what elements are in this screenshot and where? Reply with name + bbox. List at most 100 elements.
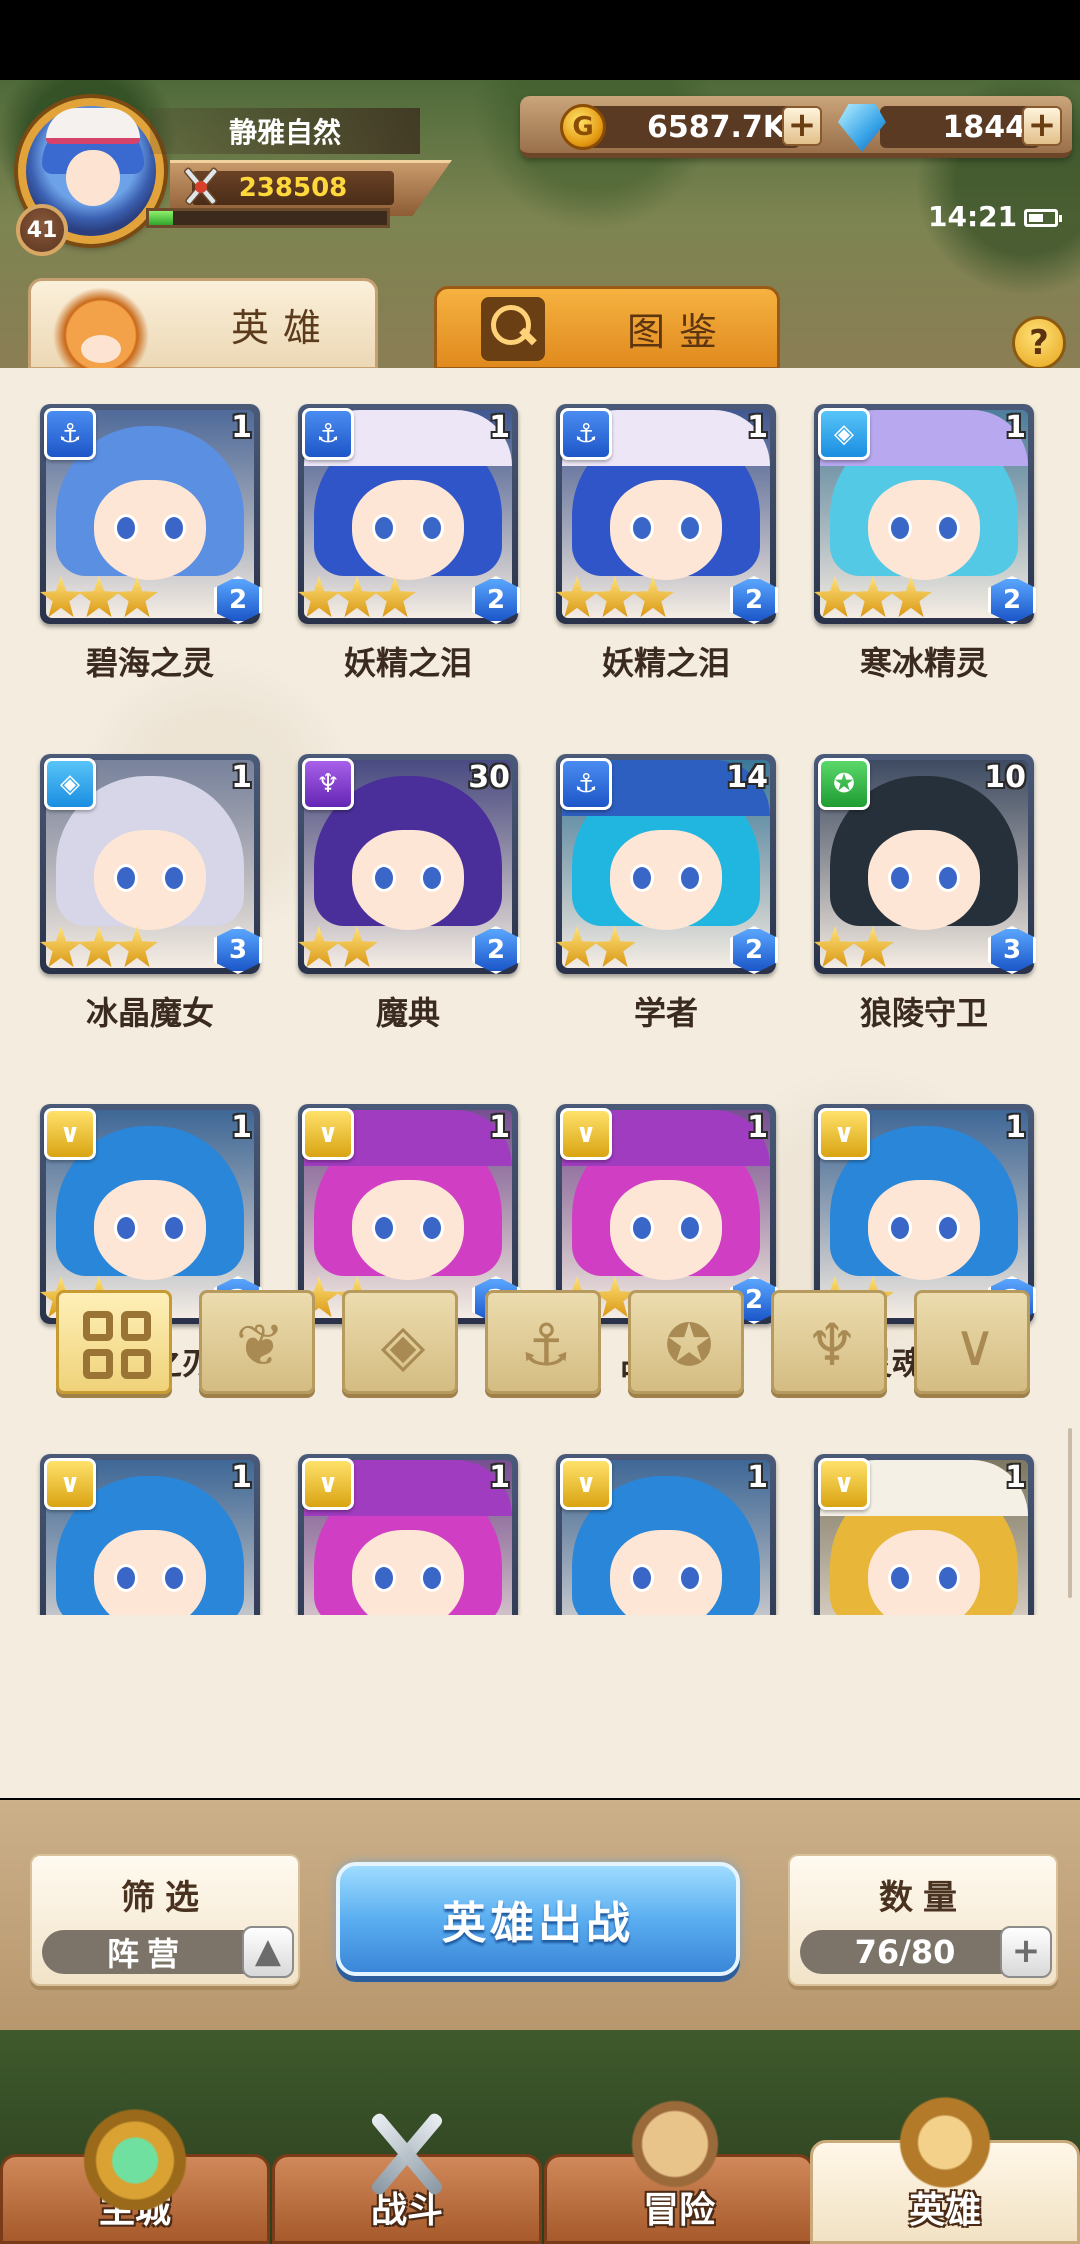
hero-eye — [678, 514, 702, 542]
beast-icon: ✪ — [818, 758, 870, 810]
anchor-icon: ⚓ — [560, 408, 612, 460]
crystal-icon: ◈ — [380, 1311, 426, 1379]
hero-card[interactable]: ∨ 1 — [556, 1418, 776, 1615]
tab-heroes[interactable]: 英雄 — [28, 278, 378, 370]
hero-card[interactable]: ✪ 10 3 狼陵守卫 — [814, 718, 1036, 1063]
all-grid-icon — [83, 1311, 151, 1379]
hero-eye — [936, 514, 960, 542]
filter-button-crystal[interactable]: ◈ — [342, 1290, 458, 1394]
hero-eye — [114, 1564, 138, 1592]
star-icon — [40, 576, 82, 618]
hero-name: 狼陵守卫 — [859, 994, 988, 1032]
hero-card[interactable]: ∨ 1 — [40, 1418, 260, 1615]
demon-icon: ♆ — [302, 758, 354, 810]
hero-level: 1 — [231, 1460, 252, 1495]
hero-face — [868, 830, 980, 930]
hero-face — [610, 1180, 722, 1280]
hero-face — [94, 1180, 206, 1280]
star-icon — [594, 926, 636, 968]
holy-icon: ∨ — [302, 1458, 354, 1510]
add-gold-button[interactable]: + — [782, 106, 822, 146]
hero-star-rating — [298, 926, 378, 972]
beast-icon: ✪ — [664, 1311, 714, 1379]
add-gem-button[interactable]: + — [1022, 106, 1062, 146]
hero-count-panel: 数量 76/80 + — [788, 1854, 1058, 1986]
hero-name: 碧海之灵 — [85, 644, 214, 682]
anchor-icon: ⚓ — [302, 408, 354, 460]
hero-level: 1 — [1005, 1460, 1026, 1495]
scrollbar[interactable] — [1068, 1428, 1072, 1598]
battle-swords-icon — [352, 2100, 462, 2210]
hero-level: 1 — [231, 760, 252, 795]
hero-level: 1 — [1005, 1110, 1026, 1145]
player-level-badge: 41 — [16, 204, 68, 256]
tab-codex[interactable]: 图鉴 — [434, 286, 780, 370]
filter-button-holy[interactable]: ∨ — [914, 1290, 1030, 1394]
hero-card[interactable]: ◈ 1 2 寒冰精灵 — [814, 368, 1036, 713]
filter-button-demon[interactable]: ♆ — [771, 1290, 887, 1394]
battery-icon — [1024, 209, 1062, 227]
filter-button-beast[interactable]: ✪ — [628, 1290, 744, 1394]
star-icon — [336, 576, 378, 618]
hero-card[interactable]: ♆ 30 2 魔典 — [298, 718, 520, 1063]
star-icon — [594, 576, 636, 618]
gem-amount: 1844 — [880, 106, 1040, 148]
filter-button-nature[interactable]: ❦ — [199, 1290, 315, 1394]
hero-eye — [114, 1214, 138, 1242]
demon-icon: ♆ — [806, 1311, 858, 1379]
anchor-icon: ⚓ — [560, 758, 612, 810]
gold-amount: 6587.7K — [580, 106, 800, 148]
star-icon — [116, 926, 158, 968]
deploy-heroes-button[interactable]: 英雄出战 — [336, 1862, 740, 1976]
hero-grid[interactable]: ⚓ 1 2 碧海之灵 ⚓ 1 2 妖精之泪 ⚓ 1 2 妖精之泪 ◈ 1 2 寒冰精灵 ◈ 1 3 冰晶魔女 ♆ 30 2 魔… — [0, 368, 1080, 1615]
hero-level: 1 — [231, 1110, 252, 1145]
hero-eye — [678, 864, 702, 892]
holy-icon: ∨ — [560, 1458, 612, 1510]
star-icon — [632, 576, 674, 618]
hero-face — [352, 830, 464, 930]
hero-card[interactable]: ∨ 1 — [298, 1418, 518, 1615]
hero-eye — [630, 1564, 654, 1592]
crossed-swords-icon — [183, 167, 219, 205]
hero-level: 30 — [468, 760, 510, 795]
hero-card[interactable]: ⚓ 1 2 碧海之灵 — [40, 368, 262, 713]
faction-filter-row: ❦ ◈ ⚓ ✪ ♆ ∨ — [0, 1290, 1080, 1410]
hero-card[interactable]: ∨ 1 — [814, 1418, 1034, 1615]
hero-card[interactable]: ⚓ 14 2 学者 — [556, 718, 778, 1063]
hero-face — [610, 480, 722, 580]
hero-card[interactable]: ⚓ 1 2 妖精之泪 — [556, 368, 778, 713]
hero-eye — [888, 514, 912, 542]
expand-capacity-button[interactable]: + — [1000, 1926, 1052, 1978]
hero-eye — [888, 864, 912, 892]
magnifier-icon — [481, 297, 545, 361]
star-icon — [116, 576, 158, 618]
hero-card[interactable]: ⚓ 1 2 妖精之泪 — [298, 368, 520, 713]
anchor-icon: ⚓ — [520, 1311, 572, 1379]
hero-eye — [162, 1214, 186, 1242]
hero-star-rating — [298, 576, 416, 622]
hero-level: 1 — [489, 1460, 510, 1495]
hero-crest-icon — [890, 2082, 1000, 2192]
hero-star-rating — [556, 576, 674, 622]
hero-eye — [372, 514, 396, 542]
avatar-hat — [46, 108, 140, 144]
avatar-face — [66, 150, 120, 206]
crystal-icon: ◈ — [44, 758, 96, 810]
hero-eye — [114, 864, 138, 892]
filter-expand-button[interactable]: ▲ — [242, 1926, 294, 1978]
hero-card[interactable]: ◈ 1 3 冰晶魔女 — [40, 718, 262, 1063]
filter-button-anchor[interactable]: ⚓ — [485, 1290, 601, 1394]
hero-name: 冰晶魔女 — [85, 994, 214, 1032]
hero-level: 10 — [984, 760, 1026, 795]
holy-icon: ∨ — [44, 1108, 96, 1160]
hero-face — [868, 1530, 980, 1615]
help-button[interactable]: ? — [1012, 316, 1066, 370]
filter-button-all-grid[interactable] — [56, 1290, 172, 1394]
hero-star-rating — [814, 926, 894, 972]
holy-icon: ∨ — [818, 1108, 870, 1160]
hero-face — [94, 480, 206, 580]
star-icon — [374, 576, 416, 618]
hero-eye — [420, 1214, 444, 1242]
hero-star-rating — [40, 576, 158, 622]
status-bar — [0, 0, 1080, 80]
